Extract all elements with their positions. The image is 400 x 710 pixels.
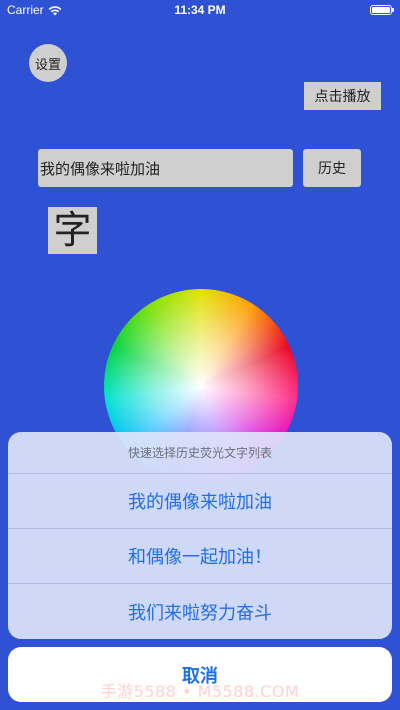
play-button[interactable]: 点击播放 — [304, 82, 381, 110]
cancel-button[interactable]: 取消 — [8, 647, 392, 702]
font-button[interactable]: 字 — [48, 207, 97, 254]
history-button[interactable]: 历史 — [303, 149, 361, 187]
status-bar: Carrier 11:34 PM — [0, 0, 400, 22]
action-sheet-title: 快速选择历史荧光文字列表 — [8, 432, 392, 474]
action-sheet: 快速选择历史荧光文字列表 我的偶像来啦加油 和偶像一起加油！ 我们来啦努力奋斗 — [8, 432, 392, 639]
battery-icon — [370, 5, 394, 15]
marquee-text-input[interactable]: 我的偶像来啦加油 — [38, 149, 293, 187]
action-sheet-option[interactable]: 和偶像一起加油！ — [8, 529, 392, 584]
action-sheet-option[interactable]: 我的偶像来啦加油 — [8, 474, 392, 529]
status-time: 11:34 PM — [174, 3, 226, 17]
action-sheet-option[interactable]: 我们来啦努力奋斗 — [8, 584, 392, 639]
settings-button[interactable]: 设置 — [29, 44, 67, 82]
